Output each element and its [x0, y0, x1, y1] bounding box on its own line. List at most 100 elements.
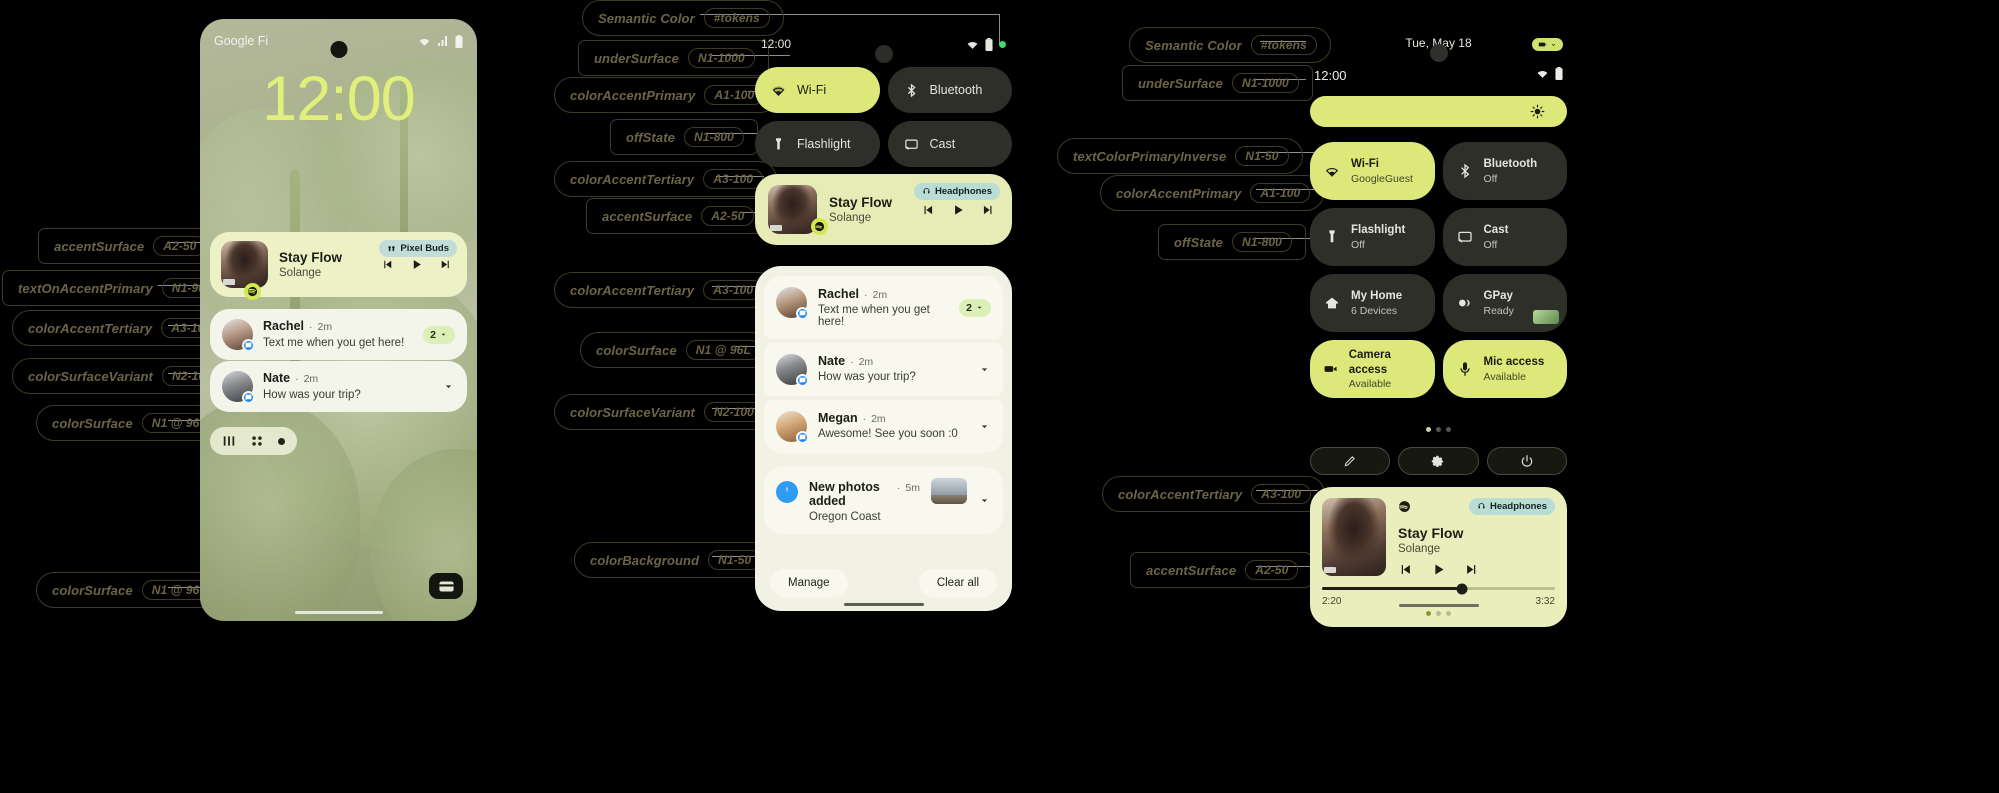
qs-tile-sublabel: Off — [1351, 238, 1365, 251]
shade-notification[interactable]: Megan · 2m Awesome! See you soon :0 — [764, 400, 1003, 453]
annotation-label: colorSurfaceVariant — [28, 368, 153, 384]
home-indicator — [294, 611, 383, 614]
output-device-chip[interactable]: Headphones — [913, 183, 1000, 200]
lockscreen-clock: 12:00 — [262, 64, 416, 134]
settings-button[interactable] — [1398, 447, 1479, 475]
more-dot-icon[interactable] — [278, 437, 285, 445]
qs-tile-label: Bluetooth — [929, 83, 983, 97]
manage-button[interactable]: Manage — [770, 569, 848, 597]
page-dot[interactable] — [1436, 611, 1441, 617]
battery-icon — [1538, 42, 1547, 46]
next-track-icon[interactable] — [439, 258, 452, 271]
expand-chevron-icon[interactable] — [978, 420, 991, 433]
notification-sender: Nate — [263, 371, 291, 385]
qs-tile-camera-access[interactable]: Camera access Available — [1310, 340, 1435, 398]
flashlight-icon — [776, 137, 781, 149]
expand-chevron-icon[interactable] — [978, 494, 991, 507]
messages-icon — [796, 307, 809, 320]
wallet-shortcut-button[interactable] — [429, 573, 463, 599]
qs-tile-bluetooth[interactable]: Bluetooth Off — [1442, 142, 1567, 200]
qs-tile-bluetooth[interactable]: Bluetooth — [887, 67, 1012, 113]
play-icon[interactable] — [951, 203, 965, 217]
qs-tile-label: Flashlight — [1351, 224, 1406, 237]
device-controls-icon[interactable] — [222, 434, 236, 448]
output-device-chip[interactable]: Pixel Buds — [379, 240, 457, 257]
page-dot[interactable] — [1436, 427, 1441, 432]
gpay-icon — [1458, 299, 1470, 307]
qs-tile-gpay[interactable]: GPay Ready — [1442, 274, 1567, 332]
avatar — [776, 354, 809, 387]
lockscreen-notification[interactable]: Rachel · 2m Text me when you get here! 2 — [210, 309, 467, 361]
annotation-label: Semantic Color — [1145, 37, 1242, 53]
edit-tiles-button[interactable] — [1310, 447, 1391, 475]
quicksettings-phone-mockup: 12:00 Wi-Fi Bluetooth Flashlight Cast St… — [745, 19, 1022, 621]
notification-group-count[interactable]: 2 — [959, 298, 991, 317]
power-button[interactable] — [1486, 447, 1567, 475]
page-dot[interactable] — [1446, 427, 1451, 432]
qs-tile-sublabel: Available — [1348, 377, 1392, 390]
spotify-icon — [1399, 501, 1410, 512]
wallet-icon — [438, 581, 454, 591]
qs-tile-mic-access[interactable]: Mic access Available — [1442, 340, 1567, 398]
qs-tile-label: My Home — [1351, 290, 1403, 303]
annotation-token: N1-50 — [1235, 146, 1289, 166]
qs-tile-wifi[interactable]: Wi-Fi GoogleGuest — [1310, 142, 1435, 200]
page-dot[interactable] — [1426, 611, 1431, 617]
notification-time: 5m — [905, 482, 920, 494]
notification-sender: Megan — [818, 411, 858, 425]
previous-track-icon[interactable] — [1398, 562, 1413, 577]
shade-notification-photos[interactable]: New photos added · 5m Oregon Coast — [764, 467, 1003, 534]
next-track-icon[interactable] — [981, 203, 995, 217]
media-progress-slider[interactable] — [1322, 583, 1555, 595]
battery-saver-chip[interactable] — [1532, 37, 1563, 51]
qs-tile-wifi[interactable]: Wi-Fi — [755, 67, 880, 113]
wifi-icon — [772, 85, 785, 96]
shade-notification[interactable]: Nate · 2m How was your trip? — [764, 343, 1003, 396]
qs-media-card[interactable]: Stay Flow Solange Headphones — [755, 174, 1012, 245]
qs-tile-flashlight[interactable]: Flashlight Off — [1310, 208, 1435, 266]
media-metadata: Stay Flow Solange — [829, 195, 909, 225]
progress-thumb[interactable] — [1456, 583, 1468, 595]
expand-chevron-icon[interactable] — [978, 363, 991, 376]
qs-tile-sublabel: Off — [1483, 238, 1498, 251]
qs-tile-my-home[interactable]: My Home 6 Devices — [1310, 274, 1435, 332]
qs-tile-flashlight[interactable]: Flashlight — [755, 121, 880, 167]
play-icon[interactable] — [1431, 562, 1446, 577]
status-icons — [418, 34, 463, 48]
avatar — [222, 371, 255, 404]
quick-settings-tile-grid: Wi-Fi Bluetooth Flashlight Cast — [755, 67, 1012, 167]
output-device-chip[interactable]: Headphones — [1468, 498, 1555, 515]
annotation-label: colorAccentTertiary — [570, 171, 695, 187]
previous-track-icon[interactable] — [921, 203, 935, 217]
notification-time: 2m — [303, 373, 319, 385]
annotation-label: colorBackground — [590, 552, 700, 568]
photo-thumbnail — [931, 478, 967, 504]
next-track-icon[interactable] — [1464, 562, 1479, 577]
system-icons — [1536, 67, 1563, 80]
qs-tile-label: Flashlight — [797, 137, 851, 151]
page-dot[interactable] — [1446, 611, 1451, 617]
qs-tile-cast[interactable]: Cast — [887, 121, 1012, 167]
status-time: 12:00 — [761, 37, 792, 51]
shade-notification[interactable]: Rachel · 2m Text me when you get here! 2 — [764, 276, 1003, 339]
previous-track-icon[interactable] — [381, 258, 394, 271]
expand-chevron-icon[interactable] — [442, 380, 455, 393]
annotation-label: underSurface — [594, 50, 680, 66]
notification-group-count[interactable]: 2 — [423, 325, 455, 344]
smart-home-icon[interactable] — [250, 434, 264, 448]
play-icon[interactable] — [410, 258, 423, 271]
brightness-slider[interactable] — [1310, 96, 1567, 127]
lockscreen-media-card[interactable]: Stay Flow Solange Pixel Buds — [210, 232, 467, 300]
annotation-label: offState — [1174, 234, 1223, 250]
clear-all-button[interactable]: Clear all — [918, 569, 997, 597]
qs-tile-cast[interactable]: Cast Off — [1442, 208, 1567, 266]
page-dot[interactable] — [1426, 427, 1431, 432]
lockscreen-notification[interactable]: Nate · 2m How was your trip? — [210, 361, 467, 413]
notification-body: How was your trip? — [818, 371, 916, 383]
qs-tile-label: Cast — [929, 137, 956, 151]
annotation-chip: accentSurface A2-50 — [586, 198, 769, 234]
annotation-token: A2-50 — [1245, 560, 1299, 580]
annotation-chip: accentSurface A2-50 — [1130, 552, 1313, 588]
qs-tile-label: Cast — [1483, 224, 1509, 237]
screenshot-canvas: accentSurface A2-50 textOnAccentPrimary … — [0, 0, 1999, 793]
